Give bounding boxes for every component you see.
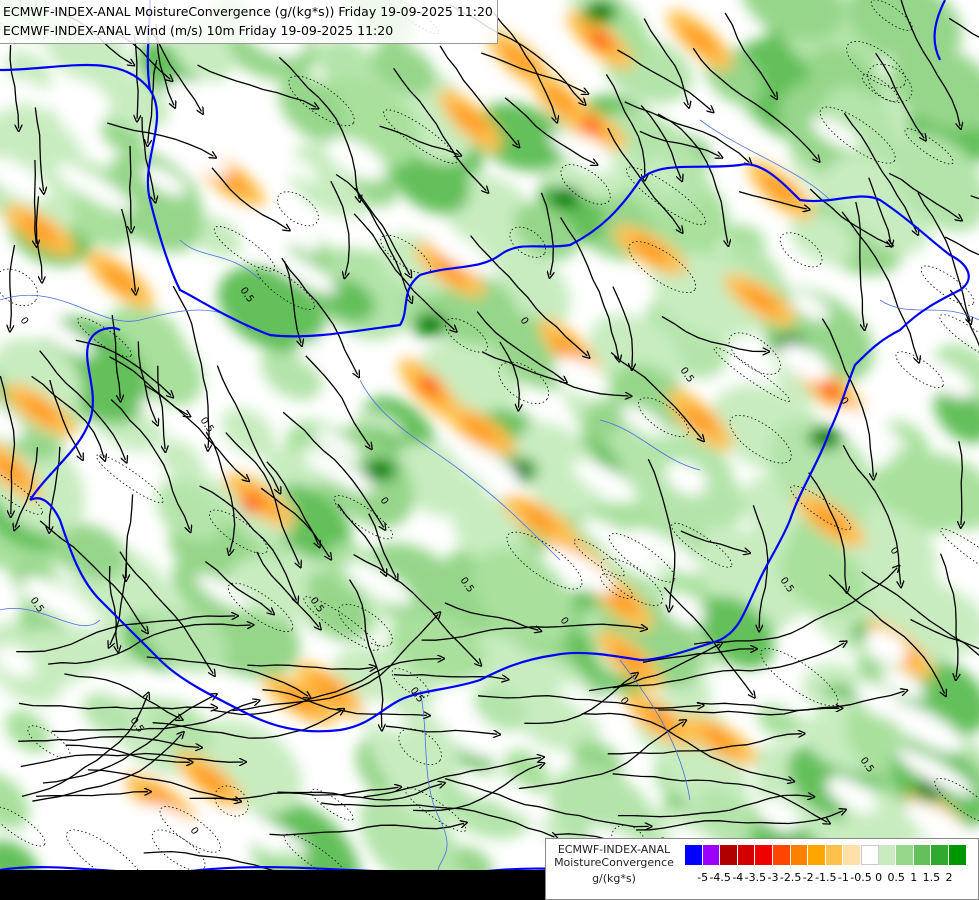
convergence-max [375, 465, 385, 475]
legend-swatch-10 [860, 845, 879, 865]
legend-tick-label: -1.5 [815, 871, 837, 884]
legend-swatch-13 [913, 845, 932, 865]
legend-tick-labels: -5 -4.5 -4 -3.5 -3 -2.5 -2 -1.5 -1 -0.5 0 0.5 1 1.5 2 [685, 871, 975, 885]
convergence-max [560, 193, 570, 203]
legend-swatch-9 [843, 845, 861, 865]
legend-swatches [685, 845, 967, 865]
legend-swatch-2 [720, 845, 738, 865]
convergence-max [595, 7, 605, 17]
convergence-max [515, 465, 525, 475]
legend-swatch-1 [702, 845, 721, 865]
legend-title-model: ECMWF-INDEX-ANAL [557, 843, 671, 856]
legend-tick-label: -0.5 [850, 871, 872, 884]
divergence-peak [582, 117, 598, 133]
legend-tick-label: 0 [875, 871, 883, 884]
legend-swatch-4 [755, 845, 773, 865]
legend-tick-label: -3 [767, 871, 779, 884]
map-title-line1: ECMWF-INDEX-ANAL MoistureConvergence (g/… [3, 4, 493, 19]
legend-swatch-6 [790, 845, 809, 865]
moisture-convergence-map: 00.500.500.500.50.500.500.50.5 00.500.5 [0, 0, 979, 900]
legend-tick-label: -1 [837, 871, 849, 884]
legend-swatch-0 [685, 845, 703, 865]
legend-title-variable: MoistureConvergence [554, 856, 674, 869]
legend-tick-label: -4 [732, 871, 744, 884]
divergence-peak [422, 377, 438, 393]
legend-swatch-5 [772, 845, 791, 865]
legend-tick-label: 1.5 [922, 871, 941, 884]
divergence-peak [242, 497, 258, 513]
legend-title: ECMWF-INDEX-ANAL MoistureConvergence g/(… [548, 843, 680, 885]
legend-swatch-3 [737, 845, 756, 865]
divergence-peak [592, 32, 608, 48]
map-title-line2: ECMWF-INDEX-ANAL Wind (m/s) 10m Friday 1… [3, 23, 394, 38]
legend-tick-label: 2 [945, 871, 953, 884]
legend-swatch-11 [878, 845, 897, 865]
legend-tick-label: -4.5 [709, 871, 731, 884]
legend-tick-label: -2 [802, 871, 814, 884]
legend-swatch-14 [931, 845, 949, 865]
legend-swatch-15 [948, 845, 967, 865]
legend-tick-label: -5 [697, 871, 709, 884]
legend-tick-label: -3.5 [744, 871, 767, 884]
legend-swatch-8 [825, 845, 844, 865]
legend-tick-label: 0.5 [887, 871, 905, 884]
map-title-box: ECMWF-INDEX-ANAL MoistureConvergence (g/… [0, 0, 498, 44]
color-legend: ECMWF-INDEX-ANAL MoistureConvergence g/(… [545, 838, 979, 900]
legend-swatch-7 [808, 845, 826, 865]
legend-title-unit: g/(kg*s) [592, 872, 636, 885]
divergence-peak [822, 382, 838, 398]
legend-tick-label: -2.5 [779, 871, 802, 884]
convergence-max [425, 320, 435, 330]
legend-swatch-12 [896, 845, 914, 865]
convergence-max [925, 785, 935, 795]
legend-tick-label: 1 [910, 871, 918, 884]
